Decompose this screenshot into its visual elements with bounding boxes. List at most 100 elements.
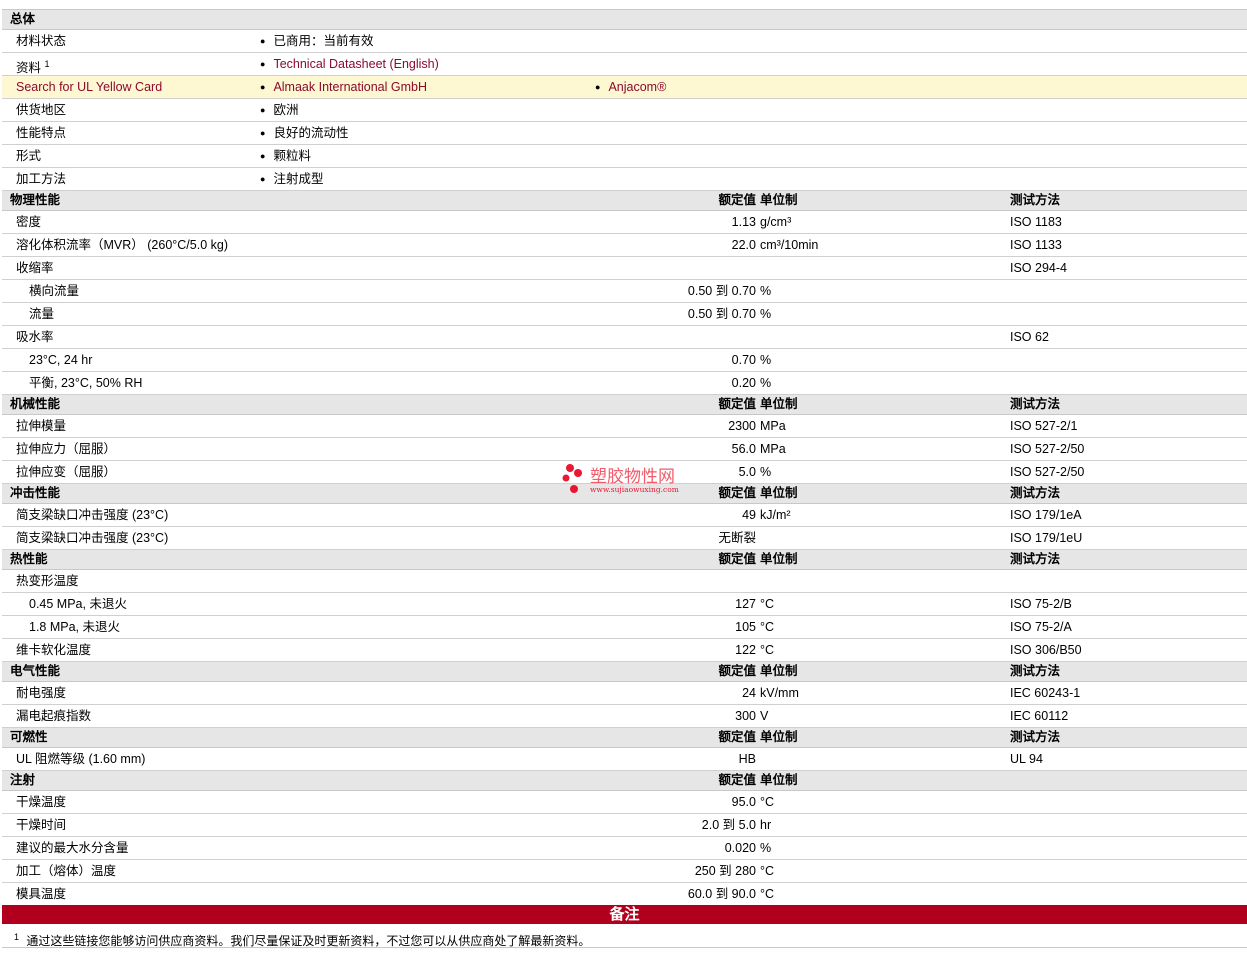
general-row: 加工方法 注射成型 xyxy=(2,168,1247,191)
value-header: 额定值 xyxy=(718,773,756,787)
row-label-text: 性能特点 xyxy=(16,126,67,140)
value-item: 欧洲 xyxy=(260,99,298,122)
link-item[interactable]: Almaak International GmbH xyxy=(260,76,427,99)
test-method: ISO 62 xyxy=(1010,330,1049,344)
property-row: 1.8 MPa, 未退火 105 °C ISO 75-2/A xyxy=(2,616,1247,639)
property-row: 干燥时间 2.0 到 5.0 hr xyxy=(2,814,1247,837)
test-method: IEC 60243-1 xyxy=(1010,686,1081,700)
property-unit: cm³/10min xyxy=(760,238,819,252)
property-row: 横向流量 0.50 到 0.70% xyxy=(2,280,1247,303)
section-header: 机械性能 额定值 单位制 测试方法 xyxy=(2,395,1247,415)
method-header: 测试方法 xyxy=(1010,552,1061,566)
property-label: 模具温度 xyxy=(16,887,67,901)
property-value: 5.0 xyxy=(738,465,756,479)
property-row: 漏电起痕指数 300 V IEC 60112 xyxy=(2,705,1247,728)
unit-header: 单位制 xyxy=(760,664,798,678)
row-label-text: 加工方法 xyxy=(16,172,67,186)
property-row: 流量 0.50 到 0.70% xyxy=(2,303,1247,326)
property-row: 加工（熔体）温度 250 到 280 °C xyxy=(2,860,1247,883)
test-method: ISO 75-2/A xyxy=(1010,620,1072,634)
row-label: 加工方法 xyxy=(16,168,66,190)
property-label: 简支梁缺口冲击强度 (23°C) xyxy=(16,531,169,545)
item-text[interactable]: Almaak International GmbH xyxy=(273,80,427,94)
item-text: 注射成型 xyxy=(273,172,324,186)
row-label[interactable]: Search for UL Yellow Card xyxy=(16,76,162,98)
item-text[interactable]: Anjacom® xyxy=(608,80,666,94)
item-text: 欧洲 xyxy=(273,103,299,117)
row-label: 形式 xyxy=(16,145,41,167)
watermark-logo: 塑胶物性网 www.sujiaowuxing.com xyxy=(562,464,679,494)
section-title: 热性能 xyxy=(10,552,48,566)
section-header: 可燃性 额定值 单位制 测试方法 xyxy=(2,728,1247,748)
property-value: 24 xyxy=(742,686,756,700)
property-unit: °C xyxy=(760,864,775,878)
link-item[interactable]: Technical Datasheet (English) xyxy=(260,53,438,76)
property-row: 模具温度 60.0 到 90.0 °C xyxy=(2,883,1247,906)
property-row: 收缩率 ISO 294-4 xyxy=(2,257,1247,280)
property-value: 2.0 到 5.0 xyxy=(701,818,756,832)
row-label-text: 材料状态 xyxy=(16,34,67,48)
footnote-marker: 1 xyxy=(14,932,20,942)
test-method: ISO 179/1eA xyxy=(1010,508,1082,522)
property-row: 密度 1.13 g/cm³ ISO 1183 xyxy=(2,211,1247,234)
property-label: 热变形温度 xyxy=(16,574,79,588)
row-label-text[interactable]: Search for UL Yellow Card xyxy=(16,80,162,94)
property-unit: °C xyxy=(760,795,775,809)
section-title: 可燃性 xyxy=(10,730,48,744)
property-row: 简支梁缺口冲击强度 (23°C) 无断裂 ISO 179/1eU xyxy=(2,527,1247,550)
property-unit: MPa xyxy=(760,419,786,433)
property-label: 溶化体积流率（MVR） (260°C/5.0 kg) xyxy=(16,238,228,252)
property-unit: kJ/m² xyxy=(760,508,791,522)
property-row: 简支梁缺口冲击强度 (23°C) 49 kJ/m² ISO 179/1eA xyxy=(2,504,1247,527)
unit-header: 单位制 xyxy=(760,193,798,207)
property-value: 0.70 xyxy=(731,353,756,367)
row-label: 供货地区 xyxy=(16,99,66,121)
item-text[interactable]: Technical Datasheet (English) xyxy=(273,57,438,71)
item-text: 良好的流动性 xyxy=(273,126,349,140)
property-row: 维卡软化温度 122 °C ISO 306/B50 xyxy=(2,639,1247,662)
property-label: 23°C, 24 hr xyxy=(29,353,93,367)
property-row: UL 阻燃等级 (1.60 mm) HB UL 94 xyxy=(2,748,1247,771)
property-value: 0.50 到 0.70 xyxy=(687,307,756,321)
value-item: 注射成型 xyxy=(260,168,323,191)
property-unit: % xyxy=(760,841,772,855)
link-item[interactable]: Anjacom® xyxy=(595,76,666,99)
property-unit: % xyxy=(760,376,772,390)
unit-header: 单位制 xyxy=(760,486,798,500)
property-value: 95.0 xyxy=(731,795,756,809)
property-value: 250 到 280 xyxy=(694,864,756,878)
footnote: 1 通过这些链接您能够访问供应商资料。我们尽量保证及时更新资料，不过您可以从供应… xyxy=(2,925,1247,948)
property-value: 127 xyxy=(735,597,756,611)
value-item: 颗粒料 xyxy=(260,145,311,168)
row-label-text: 资料 xyxy=(16,61,42,76)
item-text: 已商用：当前有效 xyxy=(273,34,374,48)
property-row: 平衡, 23°C, 50% RH 0.20% xyxy=(2,372,1247,395)
test-method: ISO 527-2/50 xyxy=(1010,465,1085,479)
section-header: 电气性能 额定值 单位制 测试方法 xyxy=(2,662,1247,682)
property-unit: °C xyxy=(760,597,775,611)
property-row: 耐电强度 24 kV/mm IEC 60243-1 xyxy=(2,682,1247,705)
property-label: 收缩率 xyxy=(16,261,54,275)
property-label: 加工（熔体）温度 xyxy=(16,864,117,878)
method-header: 测试方法 xyxy=(1010,664,1061,678)
property-unit: hr xyxy=(760,818,772,832)
property-unit: MPa xyxy=(760,442,786,456)
section-header: 注射 额定值 单位制 xyxy=(2,771,1247,791)
general-row: Search for UL Yellow Card Almaak Internat… xyxy=(2,76,1247,99)
section-title: 总体 xyxy=(10,12,36,26)
property-value: 49 xyxy=(742,508,756,522)
property-unit: kV/mm xyxy=(760,686,799,700)
section-title: 注射 xyxy=(10,773,36,787)
property-label: 拉伸模量 xyxy=(16,419,67,433)
property-value: 0.20 xyxy=(731,376,756,390)
test-method: ISO 1183 xyxy=(1010,215,1062,229)
property-unit: % xyxy=(760,353,772,367)
value-item: 已商用：当前有效 xyxy=(260,30,373,53)
property-row: 拉伸应力（屈服） 56.0 MPa ISO 527-2/50 xyxy=(2,438,1247,461)
footnote-text: 通过这些链接您能够访问供应商资料。我们尽量保证及时更新资料，不过您可以从供应商处… xyxy=(26,934,591,948)
property-label: 平衡, 23°C, 50% RH xyxy=(29,376,143,390)
property-unit: V xyxy=(760,709,769,723)
property-value: HB xyxy=(738,752,756,766)
unit-header: 单位制 xyxy=(760,730,798,744)
property-row: 拉伸模量 2300 MPa ISO 527-2/1 xyxy=(2,415,1247,438)
